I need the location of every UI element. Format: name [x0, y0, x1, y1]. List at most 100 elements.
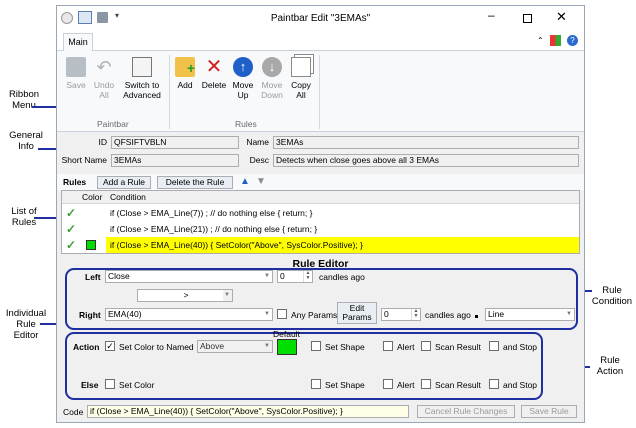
check-icon: ✓ — [66, 222, 77, 236]
rule-condition: if (Close > EMA_Line(40)) { SetColor("Ab… — [106, 237, 579, 253]
copy-all-button[interactable]: Copy All — [289, 57, 313, 100]
undo-label: Undo — [93, 80, 115, 90]
short-name-label: Short Name — [61, 155, 107, 165]
desc-field[interactable]: Detects when close goes above all 3 EMAs — [273, 154, 579, 167]
cancel-rule-changes-button[interactable]: Cancel Rule Changes — [417, 405, 515, 418]
annotation-line: Editor — [13, 330, 39, 341]
move-down-label: Down — [261, 90, 283, 100]
move-down-label: Move — [261, 80, 283, 90]
switch-label: Advanced — [123, 90, 161, 100]
minimize-icon[interactable]: – — [488, 8, 495, 22]
else-alert-checkbox[interactable] — [383, 379, 393, 389]
save-rule-button[interactable]: Save Rule — [521, 405, 577, 418]
ribbon: Save ↶ Undo All Switch to Advanced + Add… — [57, 51, 584, 132]
scan-result-checkbox[interactable] — [421, 341, 431, 351]
line-style-icon — [475, 315, 478, 318]
color-name-value: Above — [200, 341, 225, 351]
else-scan-result-checkbox[interactable] — [421, 379, 431, 389]
else-scan-result-label: Scan Result — [435, 380, 481, 390]
move-up-label: Up — [237, 90, 249, 100]
add-button[interactable]: + Add — [173, 57, 197, 90]
alert-checkbox[interactable] — [383, 341, 393, 351]
separator — [169, 55, 170, 129]
delete-rule-button[interactable]: Delete the Rule — [157, 176, 233, 189]
edit-params-button[interactable]: Edit Params — [337, 302, 377, 324]
header-condition: Condition — [110, 192, 146, 202]
alert-label: Alert — [397, 342, 415, 352]
operator-dropdown[interactable]: ▼ — [223, 289, 233, 302]
table-row-selected[interactable]: ✓ if (Close > EMA_Line(40)) { SetColor("… — [62, 237, 579, 253]
right-operand-value: EMA(40) — [108, 309, 142, 319]
copy-label: Copy — [291, 80, 311, 90]
default-color-swatch[interactable] — [277, 339, 297, 355]
move-up-button[interactable]: ↑ Move Up — [231, 57, 255, 100]
maximize-icon[interactable] — [523, 14, 532, 23]
save-button[interactable]: Save — [63, 57, 89, 90]
collapse-ribbon-icon[interactable]: ⌃ — [537, 36, 544, 45]
else-set-shape-checkbox[interactable] — [311, 379, 321, 389]
chevron-down-icon: ▼ — [224, 292, 230, 298]
annotation-arrow — [32, 106, 58, 108]
ribbon-tab-strip: Main ⌃ ? — [57, 30, 584, 52]
desc-label: Desc — [249, 155, 269, 165]
any-params-checkbox[interactable] — [277, 309, 287, 319]
chevron-down-icon: ▼ — [264, 311, 270, 317]
color-swatch — [86, 240, 96, 250]
left-candles-ago-stepper[interactable]: 0 ▲ ▼ — [277, 270, 313, 283]
code-label: Code — [63, 407, 84, 417]
right-candles-ago-stepper[interactable]: 0 ▲ ▼ — [381, 308, 421, 321]
paintbar-edit-window: ▾ Paintbar Edit "3EMAs" – ✕ Main ⌃ ? Sav… — [56, 5, 585, 423]
chevron-down-icon: ▼ — [264, 343, 270, 349]
left-operand-select[interactable]: Close ▼ — [105, 270, 273, 283]
line-style-select[interactable]: Line ▼ — [485, 308, 575, 321]
set-color-named-label: Set Color to Named — [119, 342, 194, 352]
move-rule-up-icon[interactable]: ▲ — [240, 176, 250, 187]
save-label: Save — [66, 80, 86, 90]
annotation-line: Ribbon — [8, 89, 40, 100]
move-down-button[interactable]: ↓ Move Down — [259, 57, 285, 100]
else-set-color-checkbox[interactable] — [105, 379, 115, 389]
delete-button[interactable]: ✕ Delete — [200, 57, 228, 90]
delete-label: Delete — [201, 80, 227, 90]
operator-select[interactable]: > — [137, 289, 233, 302]
color-name-select[interactable]: Above ▼ — [197, 340, 273, 353]
rule-condition: if (Close > EMA_Line(21)) ; // do nothin… — [110, 224, 318, 234]
set-color-named-checkbox[interactable]: ✓ — [105, 341, 115, 351]
left-operand-value: Close — [108, 271, 130, 281]
id-field[interactable]: QFSIFTVBLN — [111, 136, 239, 149]
color-grid-icon[interactable] — [550, 35, 561, 46]
rules-label: Rules — [63, 177, 87, 187]
undo-icon: ↶ — [96, 57, 112, 77]
short-name-field[interactable]: 3EMAs — [111, 154, 239, 167]
name-field[interactable]: 3EMAs — [273, 136, 579, 149]
else-and-stop-checkbox[interactable] — [489, 379, 499, 389]
table-row[interactable]: ✓ if (Close > EMA_Line(21)) ; // do noth… — [62, 221, 579, 237]
help-icon[interactable]: ? — [567, 35, 578, 46]
line-style-value: Line — [488, 309, 505, 319]
else-set-color-label: Set Color — [119, 380, 155, 390]
and-stop-checkbox[interactable] — [489, 341, 499, 351]
switch-to-advanced-button[interactable]: Switch to Advanced — [120, 57, 164, 100]
table-row[interactable]: ✓ if (Close > EMA_Line(7)) ; // do nothi… — [62, 205, 579, 221]
grid-header: Color Condition — [62, 191, 579, 204]
tab-main[interactable]: Main — [63, 33, 93, 52]
rules-toolbar: Rules Add a Rule Delete the Rule ▲ ▼ — [57, 174, 584, 190]
right-operand-select[interactable]: EMA(40) ▼ — [105, 308, 273, 321]
else-and-stop-label: and Stop — [503, 380, 538, 390]
default-label: Default — [273, 329, 300, 339]
undo-all-button[interactable]: ↶ Undo All — [91, 57, 117, 100]
set-shape-checkbox[interactable] — [311, 341, 321, 351]
add-rule-button[interactable]: Add a Rule — [97, 176, 151, 189]
right-candles-ago-label: candles ago — [425, 310, 471, 320]
code-field[interactable]: if (Close > EMA_Line(40)) { SetColor("Ab… — [87, 405, 409, 418]
floppy-icon — [66, 57, 86, 77]
add-folder-icon: + — [175, 57, 195, 77]
move-rule-down-icon[interactable]: ▼ — [256, 176, 266, 187]
annotation-line: Individual — [5, 308, 47, 319]
close-icon[interactable]: ✕ — [556, 9, 567, 25]
action-label: Action — [73, 342, 100, 352]
switch-label: Switch to — [124, 80, 160, 90]
else-label: Else — [81, 380, 99, 390]
operator-value: > — [183, 290, 189, 300]
undo-label: All — [99, 90, 109, 100]
